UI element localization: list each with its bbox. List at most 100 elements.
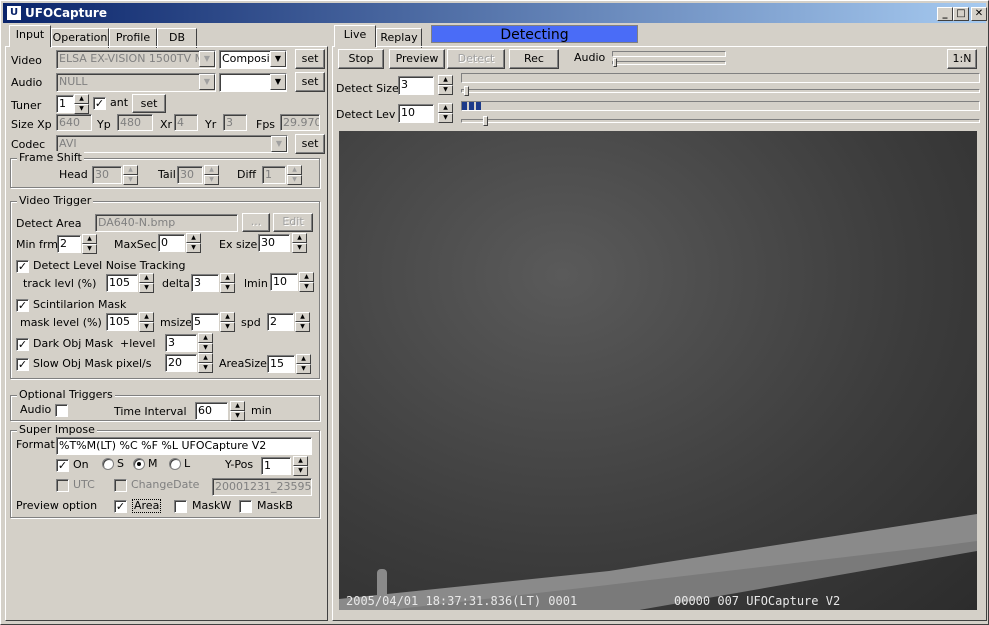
track-level-input[interactable]: 105 [106,274,138,292]
chevron-down-icon[interactable]: ▼ [270,74,286,90]
chevron-down-icon[interactable]: ▼ [199,74,215,90]
codec-label: Codec [11,138,46,151]
detect-lev-meter-fill [462,102,482,110]
tab-input[interactable]: Input [9,25,51,47]
title-bar[interactable]: U UFOCapture _ □ ✕ [3,3,987,23]
fps-label: Fps [256,118,276,131]
minimize-button[interactable]: _ [937,7,953,21]
tab-live[interactable]: Live [334,25,376,47]
time-interval-input[interactable]: 60 [195,402,228,420]
msize-input[interactable]: 5 [191,313,219,331]
size-xp-field: 640 [56,114,92,131]
browse-button[interactable]: ... [242,213,270,232]
delta-spinner[interactable]: ▲ ▼ [220,273,235,293]
format-input[interactable]: %T%M(LT) %C %F %L UFOCapture V2 [56,437,312,455]
noise-tracking-checkbox[interactable]: ✓ [16,260,29,273]
pixels-input[interactable]: 20 [165,354,197,372]
tuner-set-button[interactable]: set [132,94,166,113]
utc-checkbox[interactable] [56,479,69,492]
close-button[interactable]: ✕ [971,7,987,21]
video-device-select[interactable]: ELSA EX-VISION 1500TV M [56,50,216,69]
maxsec-spinner[interactable]: ▲ ▼ [186,233,201,253]
edit-button[interactable]: Edit [273,213,313,232]
mask-level-input[interactable]: 105 [106,313,138,331]
tab-db[interactable]: DB [157,28,197,48]
tab-replay[interactable]: Replay [376,28,422,48]
time-interval-spinner[interactable]: ▲ ▼ [230,401,245,421]
spd-spinner[interactable]: ▲ ▼ [295,312,310,332]
lmin-spinner[interactable]: ▲ ▼ [299,272,314,292]
detect-area-field[interactable]: DA640-N.bmp [95,214,238,232]
spd-input[interactable]: 2 [267,313,294,331]
head-spinner[interactable]: ▲ ▼ [123,165,138,185]
areasize-input[interactable]: 15 [267,355,295,373]
preview-button[interactable]: Preview [389,49,445,69]
detect-lev-spinner[interactable]: ▲ ▼ [438,103,453,123]
plus-level-input[interactable]: 3 [165,334,197,352]
audio-slider-track[interactable] [612,61,726,65]
audio-slider-thumb[interactable] [613,58,617,67]
ypos-input[interactable]: 1 [261,457,291,475]
plus-level-spinner[interactable]: ▲ ▼ [198,333,213,353]
maskb-checkbox[interactable] [239,500,252,513]
ratio-button[interactable]: 1:N [947,49,977,69]
slow-mask-checkbox[interactable]: ✓ [16,358,29,371]
detect-size-input[interactable]: 3 [398,76,434,95]
rec-button[interactable]: Rec [509,49,559,69]
chevron-down-icon[interactable]: ▼ [270,51,286,67]
maximize-button[interactable]: □ [953,7,969,21]
head-field[interactable]: 30 [92,166,122,184]
changedate-checkbox[interactable] [114,479,127,492]
tuner-spinner[interactable]: ▲ ▼ [74,94,89,114]
on-checkbox[interactable]: ✓ [56,459,69,472]
xr-label: Xr [160,118,173,131]
areasize-spinner[interactable]: ▲ ▼ [296,354,311,374]
tab-operation[interactable]: Operation [51,28,109,48]
codec-select[interactable]: AVI [56,135,288,153]
video-set-button[interactable]: set [295,49,325,69]
chevron-down-icon[interactable]: ▼ [199,51,215,67]
detect-size-track[interactable] [461,89,980,93]
delta-input[interactable]: 3 [191,274,219,292]
min-frm-spinner[interactable]: ▲ ▼ [82,234,97,254]
opt-audio-checkbox[interactable] [55,404,68,417]
size-s-radio[interactable] [102,458,114,470]
pixels-spinner[interactable]: ▲ ▼ [198,353,213,373]
area-checkbox[interactable]: ✓ [114,500,127,513]
detect-lev-track[interactable] [461,119,980,123]
live-video-view[interactable]: 2005/04/01 18:37:31.836(LT) 0001 00000 0… [339,131,977,610]
size-l-radio[interactable] [169,458,181,470]
stop-button[interactable]: Stop [338,49,384,69]
detect-size-thumb[interactable] [464,86,469,96]
chevron-down-icon[interactable]: ▼ [271,136,287,152]
tab-profile[interactable]: Profile [109,28,157,48]
exsize-spinner[interactable]: ▲ ▼ [292,233,307,253]
detect-lev-thumb[interactable] [483,116,488,126]
tail-field[interactable]: 30 [177,166,203,184]
diff-field[interactable]: 1 [262,166,286,184]
min-frm-input[interactable]: 2 [57,235,81,253]
ypos-spinner[interactable]: ▲ ▼ [293,456,308,476]
detect-lev-input[interactable]: 10 [398,104,434,123]
detect-button[interactable]: Detect [447,49,505,69]
maskw-checkbox[interactable] [174,500,187,513]
lmin-input[interactable]: 10 [270,273,298,291]
msize-spinner[interactable]: ▲ ▼ [220,312,235,332]
tuner-input[interactable]: 1 [56,95,74,113]
exsize-input[interactable]: 30 [258,234,290,252]
maxsec-input[interactable]: 0 [158,234,185,252]
changedate-field[interactable]: 20001231_235959 [212,478,312,496]
tail-spinner[interactable]: ▲ ▼ [204,165,219,185]
track-level-spinner[interactable]: ▲ ▼ [139,273,154,293]
ant-checkbox[interactable]: ✓ [93,97,106,110]
diff-spinner[interactable]: ▲ ▼ [287,165,302,185]
audio-device-select[interactable]: NULL [56,73,216,92]
audio-set-button[interactable]: set [295,72,325,92]
area-label: Area [132,499,162,513]
mask-level-spinner[interactable]: ▲ ▼ [139,312,154,332]
detect-size-spinner[interactable]: ▲ ▼ [438,75,453,95]
scint-mask-checkbox[interactable]: ✓ [16,299,29,312]
codec-set-button[interactable]: set [295,134,325,154]
size-m-radio[interactable] [133,458,145,470]
dark-mask-checkbox[interactable]: ✓ [16,338,29,351]
